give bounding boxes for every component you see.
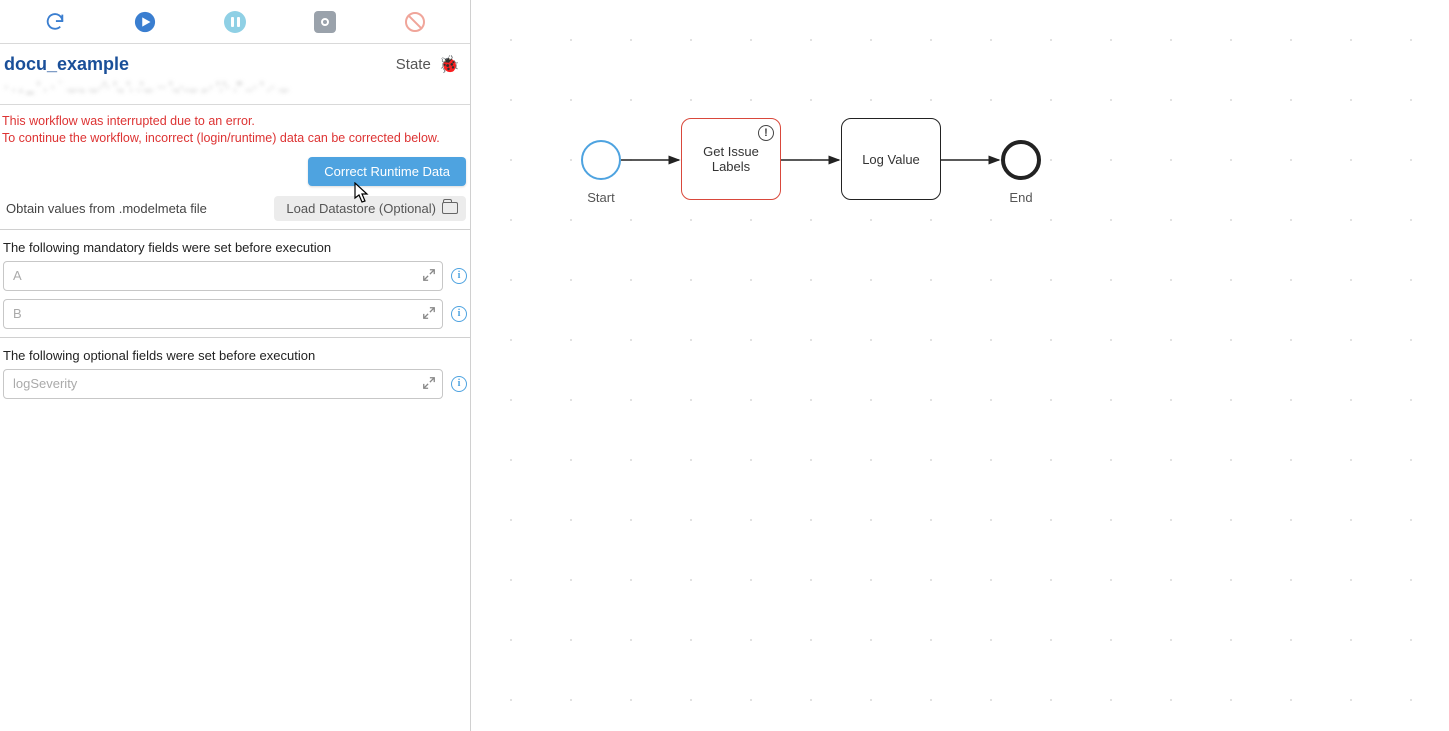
obtain-values-label: Obtain values from .modelmeta file: [6, 201, 207, 216]
optional-field-row: i: [0, 369, 470, 407]
expand-icon[interactable]: [422, 306, 436, 320]
stop-button[interactable]: [313, 10, 337, 34]
mandatory-field-row: i: [0, 261, 470, 299]
bug-icon[interactable]: 🐞: [439, 55, 460, 75]
start-event[interactable]: [581, 140, 621, 180]
task-label: Log Value: [862, 152, 920, 167]
error-line-2: To continue the workflow, incorrect (log…: [2, 130, 464, 147]
task-label: Get Issue Labels: [688, 144, 774, 174]
workflow-header: docu_example State 🐞: [0, 44, 470, 79]
divider: [0, 337, 470, 338]
load-datastore-button[interactable]: Load Datastore (Optional): [274, 196, 466, 221]
optional-field-logseverity[interactable]: [3, 369, 443, 399]
mandatory-field-b[interactable]: [3, 299, 443, 329]
cancel-icon: [405, 12, 425, 32]
sequence-flows: [471, 0, 1449, 731]
play-button[interactable]: [133, 10, 157, 34]
info-icon[interactable]: i: [451, 376, 467, 392]
pause-icon: [224, 11, 246, 33]
divider: [0, 229, 470, 230]
obtain-values-row: Obtain values from .modelmeta file Load …: [0, 190, 470, 229]
stop-icon: [314, 11, 336, 33]
run-toolbar: [0, 0, 470, 44]
error-line-1: This workflow was interrupted due to an …: [2, 113, 464, 130]
warning-icon: !: [758, 125, 774, 141]
folder-open-icon: [442, 202, 458, 214]
play-icon: [134, 11, 156, 33]
expand-icon[interactable]: [422, 376, 436, 390]
info-icon[interactable]: i: [451, 268, 467, 284]
workflow-error-message: This workflow was interrupted due to an …: [0, 105, 470, 157]
end-event-label: End: [991, 190, 1051, 205]
optional-section-heading: The following optional fields were set b…: [0, 344, 470, 369]
task-log-value[interactable]: Log Value: [841, 118, 941, 200]
expand-icon[interactable]: [422, 268, 436, 282]
workflow-canvas[interactable]: Start Get Issue Labels ! Log Value End: [471, 0, 1449, 731]
workflow-state: State 🐞: [396, 55, 460, 75]
state-label: State: [396, 56, 431, 73]
info-icon[interactable]: i: [451, 306, 467, 322]
workflow-path-blurred: · . , _ ' . · ˙ .,.., .,.·'· '., '. .'.,…: [0, 79, 470, 104]
mandatory-field-a[interactable]: [3, 261, 443, 291]
cancel-button[interactable]: [403, 10, 427, 34]
mandatory-section-heading: The following mandatory fields were set …: [0, 236, 470, 261]
refresh-button[interactable]: [43, 10, 67, 34]
mandatory-field-row: i: [0, 299, 470, 337]
end-event[interactable]: [1001, 140, 1041, 180]
task-get-issue-labels[interactable]: Get Issue Labels !: [681, 118, 781, 200]
correct-runtime-button[interactable]: Correct Runtime Data: [308, 157, 466, 186]
correct-runtime-row: Correct Runtime Data: [0, 157, 470, 190]
pause-button[interactable]: [223, 10, 247, 34]
refresh-icon: [44, 11, 66, 33]
load-datastore-label: Load Datastore (Optional): [286, 201, 436, 216]
workflow-title: docu_example: [4, 54, 129, 75]
start-event-label: Start: [571, 190, 631, 205]
properties-panel: docu_example State 🐞 · . , _ ' . · ˙ .,.…: [0, 0, 471, 731]
